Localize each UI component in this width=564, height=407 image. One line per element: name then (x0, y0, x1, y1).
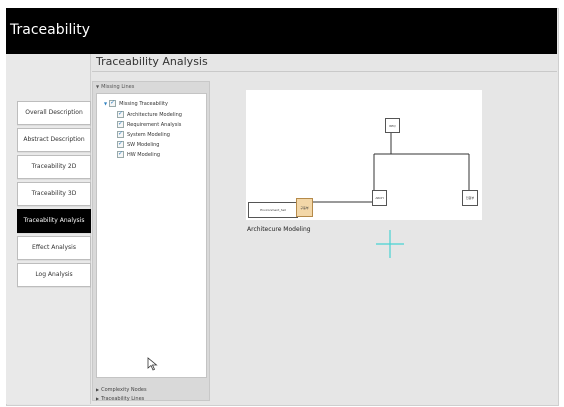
nav-abstract-description[interactable]: Abstract Description (17, 128, 91, 152)
tree-child-item[interactable]: HW Modeling (117, 150, 160, 158)
checkbox-icon[interactable] (117, 120, 124, 128)
traceability-diagram: REQ ARCH 전원부 Environment_Set 구동부 (246, 90, 482, 220)
checkbox-icon[interactable] (117, 130, 124, 138)
left-sidebar: Overall Description Abstract Description… (6, 54, 91, 404)
diagram-node-highlighted[interactable]: 구동부 (296, 198, 313, 217)
expand-arrow-icon[interactable]: ▼ (104, 101, 107, 106)
traceability-lines-header[interactable]: ▶ Traceability Lines (93, 395, 209, 403)
checkbox-icon[interactable] (117, 150, 124, 158)
page-title: Traceability Analysis (96, 55, 208, 68)
diagram-node-middle[interactable]: ARCH (372, 190, 387, 206)
diagram-node-right[interactable]: 전원부 (462, 190, 478, 206)
expand-triangle-icon: ▶ (96, 396, 100, 401)
nav-traceability-3d[interactable]: Traceability 3D (17, 182, 91, 206)
expand-triangle-icon: ▶ (96, 387, 100, 392)
missing-lines-panel: ▼Missing Lines ▼Missing Traceability Arc… (92, 81, 210, 403)
diagram-node-environment[interactable]: Environment_Set (248, 202, 298, 218)
diagram-node-top[interactable]: REQ (385, 118, 400, 133)
tree-child-item[interactable]: System Modeling (117, 130, 170, 138)
title-divider (92, 71, 557, 72)
nav-effect-analysis[interactable]: Effect Analysis (17, 236, 91, 260)
diagram-caption: Architecure Modeling (247, 226, 311, 233)
checkbox-icon[interactable] (109, 99, 117, 107)
checkbox-icon[interactable] (117, 110, 124, 118)
tree-root-item[interactable]: ▼Missing Traceability (104, 99, 168, 107)
nav-traceability-2d[interactable]: Traceability 2D (17, 155, 91, 179)
complexity-nodes-header[interactable]: ▶ Complexity Nodes (93, 386, 209, 394)
nav-log-analysis[interactable]: Log Analysis (17, 263, 91, 287)
crosshair-icon (376, 230, 404, 258)
checkbox-icon[interactable] (117, 140, 124, 148)
nav-overall-description[interactable]: Overall Description (17, 101, 91, 125)
mouse-pointer-icon (147, 357, 158, 371)
app-title: Traceability (10, 22, 91, 38)
missing-lines-header[interactable]: ▼ Missing Lines (93, 82, 209, 92)
nav-traceability-analysis[interactable]: Traceability Analysis (17, 209, 91, 233)
collapse-triangle-icon: ▼ (96, 84, 100, 89)
tree-child-item[interactable]: Requirement Analysis (117, 120, 181, 128)
tree-child-item[interactable]: Architecture Modeling (117, 110, 182, 118)
tree-child-item[interactable]: SW Modeling (117, 140, 159, 148)
title-bar: Traceability (6, 8, 557, 54)
missing-lines-tree: ▼Missing Traceability Architecture Model… (96, 93, 207, 378)
diagram-connectors (302, 130, 470, 203)
